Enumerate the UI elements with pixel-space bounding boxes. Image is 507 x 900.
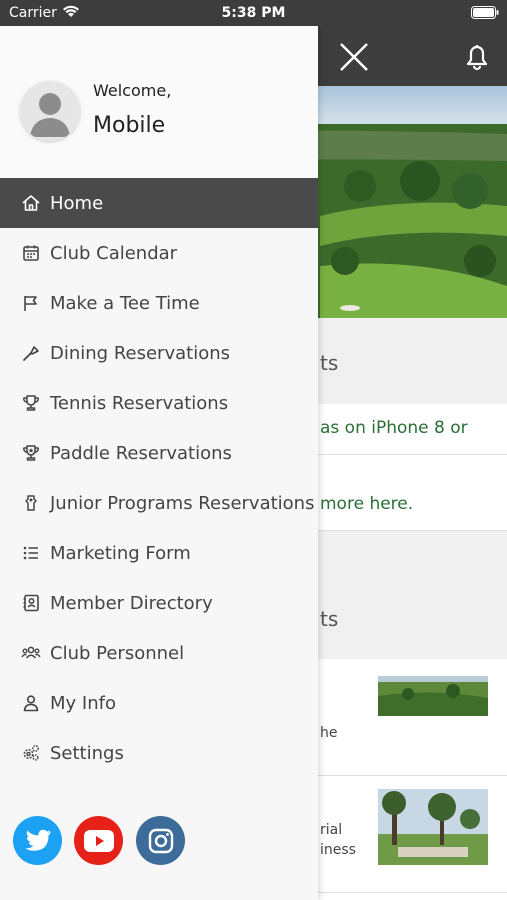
close-icon[interactable] <box>336 40 372 74</box>
menu-item-label: Member Directory <box>50 592 213 614</box>
side-drawer: Welcome, Mobile Home Club Calendar Make … <box>0 26 318 900</box>
menu-item-member-directory[interactable]: Member Directory <box>0 578 318 628</box>
news-item-text: more here. <box>320 494 414 514</box>
menu-item-tennis-reservations[interactable]: Tennis Reservations <box>0 378 318 428</box>
event-text-line: iness <box>320 842 356 858</box>
event-text-line: rial <box>320 822 343 838</box>
instagram-icon[interactable] <box>136 816 185 865</box>
menu-item-club-personnel[interactable]: Club Personnel <box>0 628 318 678</box>
status-bar: Carrier 5:38 PM <box>0 0 507 26</box>
menu-item-tee-time[interactable]: Make a Tee Time <box>0 278 318 328</box>
menu-item-my-info[interactable]: My Info <box>0 678 318 728</box>
avatar[interactable] <box>20 81 80 141</box>
flag-icon <box>21 293 41 313</box>
directory-icon <box>21 593 41 613</box>
menu-item-label: Paddle Reservations <box>50 442 232 464</box>
menu-item-label: Club Personnel <box>50 642 185 664</box>
menu-item-home[interactable]: Home <box>0 178 318 228</box>
calendar-icon <box>21 243 41 263</box>
username: Mobile <box>93 113 166 138</box>
menu-item-paddle-reservations[interactable]: Paddle Reservations <box>0 428 318 478</box>
status-time: 5:38 PM <box>221 5 286 21</box>
menu-item-label: Junior Programs Reservations <box>50 492 315 514</box>
event-text: he <box>320 725 338 741</box>
battery-icon <box>471 6 499 23</box>
trophy-icon <box>21 393 41 413</box>
menu-item-label: Make a Tee Time <box>50 292 200 314</box>
menu-item-label: My Info <box>50 692 116 714</box>
people-icon <box>21 643 41 663</box>
menu-item-label: Dining Reservations <box>50 342 230 364</box>
menu-item-label: Club Calendar <box>50 242 178 264</box>
menu-item-label: Marketing Form <box>50 542 191 564</box>
twitter-icon[interactable] <box>13 816 62 865</box>
paddle-trophy-icon <box>21 443 41 463</box>
drawer-menu: Home Club Calendar Make a Tee Time Dinin… <box>0 178 318 778</box>
list-icon <box>21 543 41 563</box>
news-item-text: as on iPhone 8 or <box>320 418 468 438</box>
menu-item-junior-programs[interactable]: Junior Programs Reservations <box>0 478 318 528</box>
junior-icon <box>21 493 41 513</box>
profile-header: Welcome, Mobile <box>0 26 318 178</box>
menu-item-marketing-form[interactable]: Marketing Form <box>0 528 318 578</box>
section-heading-text: ts <box>320 351 339 375</box>
event-text: rial iness <box>320 820 356 860</box>
bell-icon[interactable] <box>459 38 495 74</box>
welcome-text: Welcome, <box>93 81 172 100</box>
event-thumbnail <box>378 676 488 720</box>
event-thumbnail <box>378 789 488 869</box>
user-icon <box>21 693 41 713</box>
menu-item-label: Settings <box>50 742 124 764</box>
menu-item-dining-reservations[interactable]: Dining Reservations <box>0 328 318 378</box>
dining-icon <box>21 343 41 363</box>
home-icon <box>21 193 41 213</box>
menu-item-club-calendar[interactable]: Club Calendar <box>0 228 318 278</box>
section-heading-text: ts <box>320 607 339 631</box>
menu-item-settings[interactable]: Settings <box>0 728 318 778</box>
gear-icon <box>21 743 41 763</box>
menu-item-label: Tennis Reservations <box>50 392 229 414</box>
youtube-icon[interactable] <box>74 816 123 865</box>
menu-item-label: Home <box>50 192 104 214</box>
